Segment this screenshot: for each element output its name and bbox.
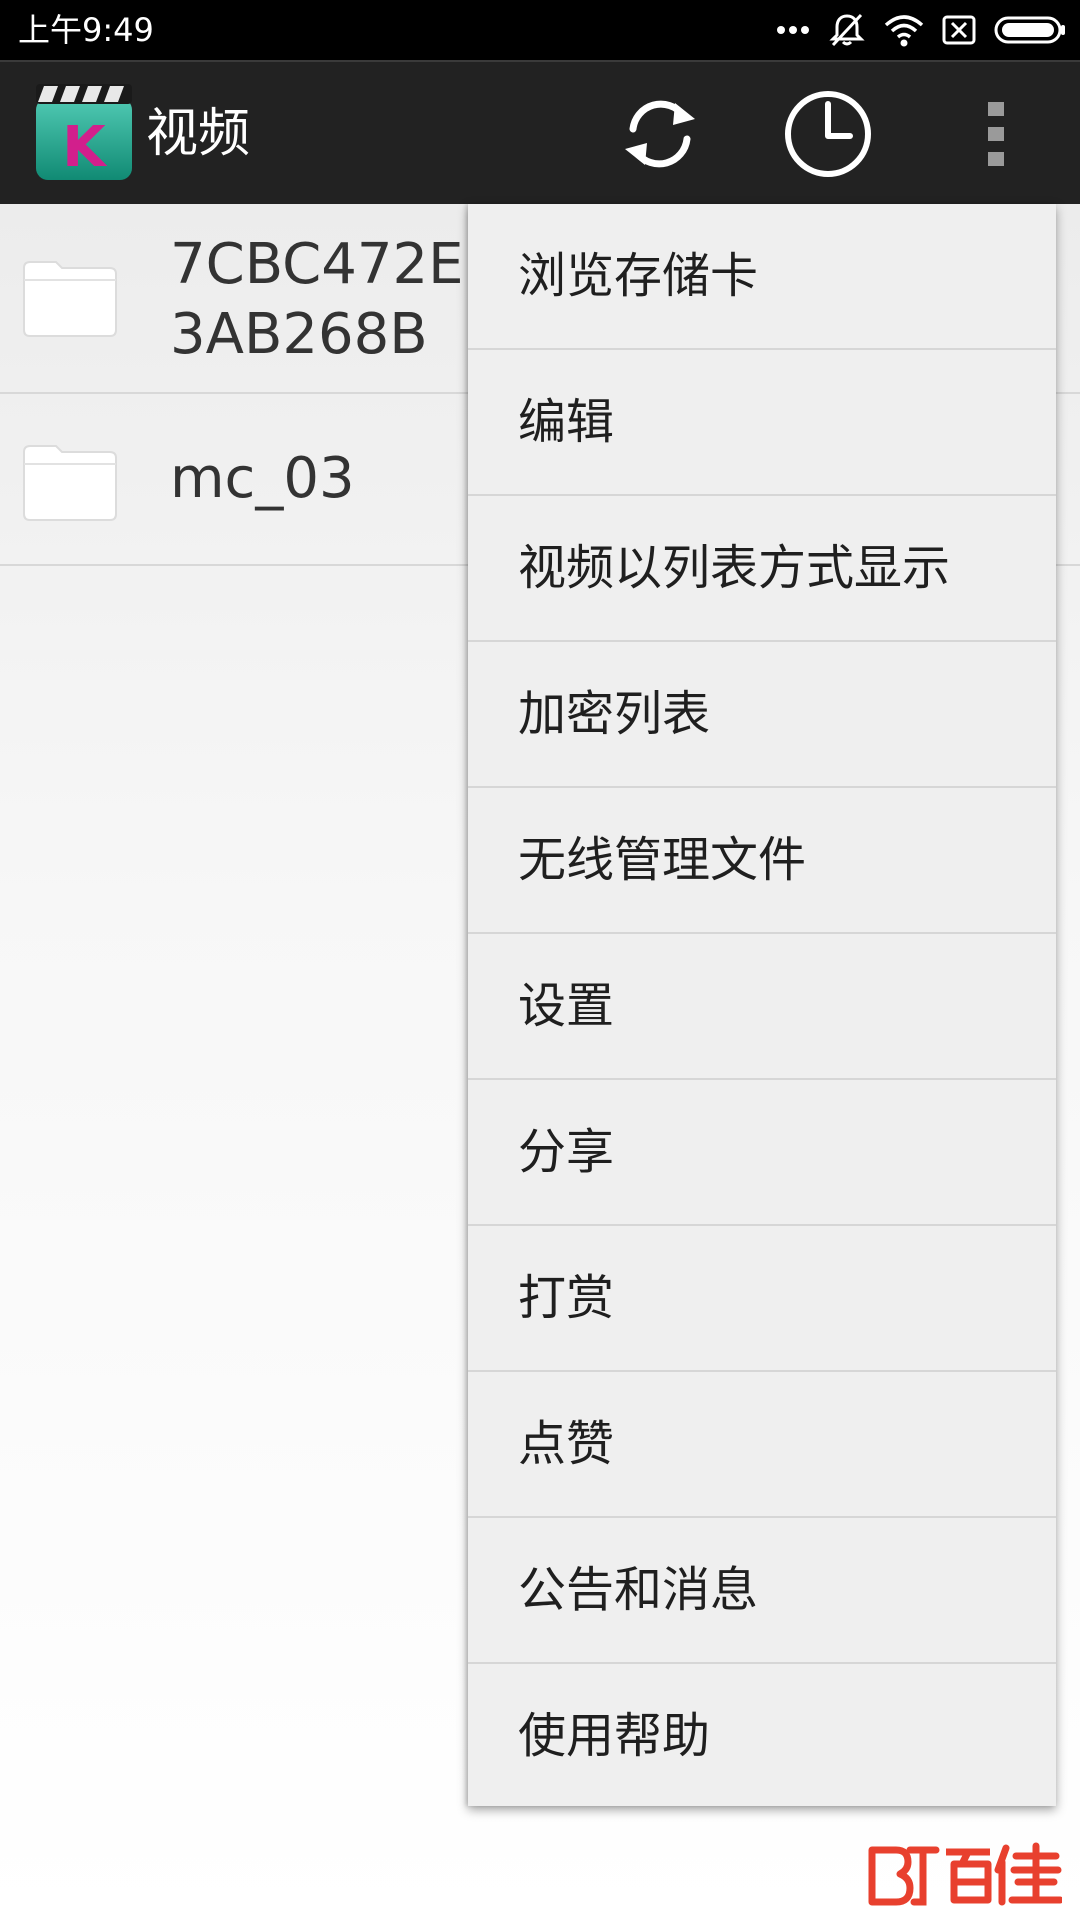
overflow-menu: 浏览存储卡 编辑 视频以列表方式显示 加密列表 无线管理文件 设置 分享 打赏 … <box>468 204 1056 1806</box>
menu-item-announcements[interactable]: 公告和消息 <box>468 1518 1056 1664</box>
app-logo-letter: K <box>62 115 108 180</box>
history-icon <box>785 91 871 177</box>
menu-item-share[interactable]: 分享 <box>468 1080 1056 1226</box>
mute-bell-icon <box>829 13 865 47</box>
app-title: 视频 <box>146 104 251 164</box>
menu-item-browse-sdcard[interactable]: 浏览存储卡 <box>468 204 1056 350</box>
sync-icon <box>625 100 695 168</box>
app-bar: K 视频 <box>0 60 1080 204</box>
status-bar: 上午9:49 <box>0 0 1080 60</box>
menu-item-settings[interactable]: 设置 <box>468 934 1056 1080</box>
watermark-logo <box>868 1842 1062 1906</box>
more-dots-icon <box>777 26 809 34</box>
menu-item-tip[interactable]: 打赏 <box>468 1226 1056 1372</box>
more-options-button[interactable] <box>946 84 1046 184</box>
menu-item-wireless-files[interactable]: 无线管理文件 <box>468 788 1056 934</box>
menu-item-like[interactable]: 点赞 <box>468 1372 1056 1518</box>
battery-icon <box>994 16 1065 44</box>
menu-item-edit[interactable]: 编辑 <box>468 350 1056 496</box>
menu-item-encrypted-list[interactable]: 加密列表 <box>468 642 1056 788</box>
folder-icon <box>23 445 117 521</box>
sync-button[interactable] <box>610 84 710 184</box>
more-vert-icon <box>988 102 1004 166</box>
menu-item-help[interactable]: 使用帮助 <box>468 1664 1056 1806</box>
status-icons <box>776 8 1066 52</box>
wifi-icon <box>884 15 924 47</box>
app-logo-icon[interactable]: K <box>36 84 132 180</box>
folder-icon <box>23 261 117 337</box>
sim-none-icon <box>942 15 976 45</box>
status-time: 上午9:49 <box>18 11 154 49</box>
menu-item-list-view[interactable]: 视频以列表方式显示 <box>468 496 1056 642</box>
history-button[interactable] <box>778 84 878 184</box>
